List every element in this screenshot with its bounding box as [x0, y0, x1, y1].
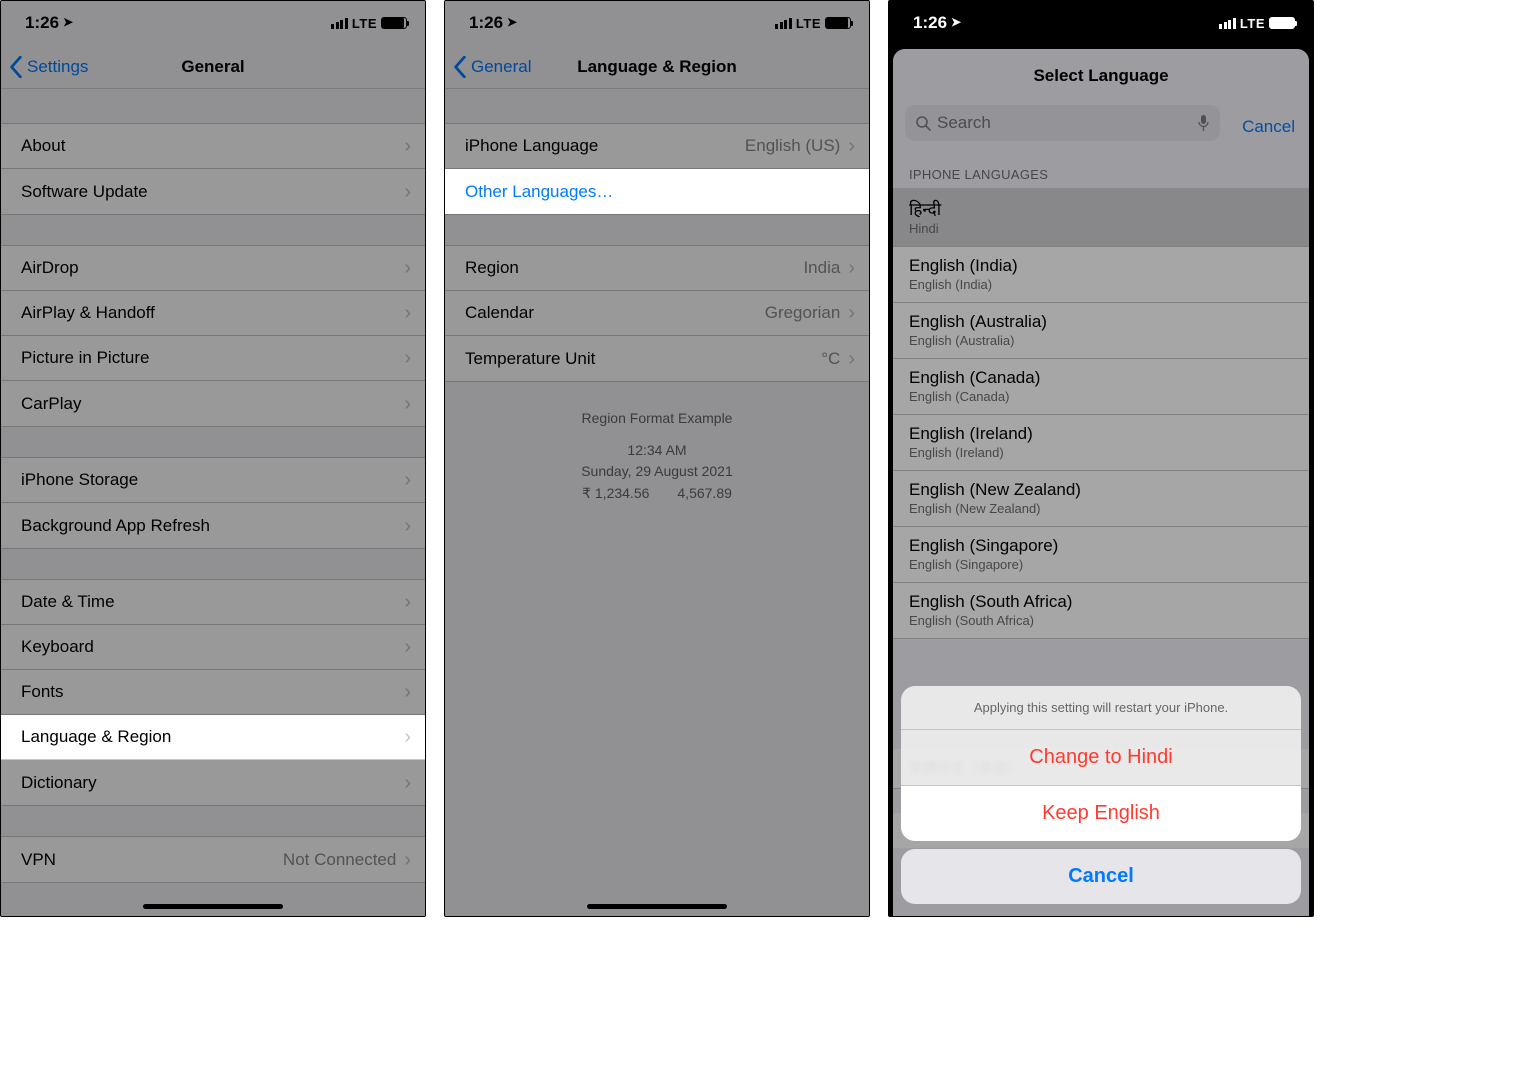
- keep-language-button[interactable]: Keep English: [901, 786, 1301, 841]
- chevron-right-icon: ›: [404, 850, 411, 870]
- chevron-right-icon: ›: [848, 258, 855, 278]
- cell-iphone-language[interactable]: iPhone Language English (US)›: [445, 124, 869, 169]
- chevron-right-icon: ›: [404, 773, 411, 793]
- status-bar: 1:26 ➤ LTE: [889, 1, 1313, 45]
- location-icon: ➤: [507, 15, 517, 29]
- cell-keyboard[interactable]: Keyboard›: [1, 625, 425, 670]
- settings-group: iPhone Storage› Background App Refresh›: [1, 457, 425, 549]
- cell-temperature[interactable]: Temperature Unit°C›: [445, 336, 869, 381]
- home-indicator[interactable]: [587, 904, 727, 909]
- action-sheet-cancel-button[interactable]: Cancel: [901, 849, 1301, 904]
- status-time: 1:26: [469, 13, 503, 33]
- screen-general: 1:26 ➤ LTE Settings General About› Softw…: [0, 0, 426, 917]
- location-icon: ➤: [63, 15, 73, 29]
- home-indicator[interactable]: [143, 904, 283, 909]
- cellular-signal-icon: [331, 18, 348, 29]
- settings-group: Date & Time› Keyboard› Fonts› Language &…: [1, 579, 425, 806]
- change-language-button[interactable]: Change to Hindi: [901, 730, 1301, 786]
- cell-software-update[interactable]: Software Update›: [1, 169, 425, 214]
- nav-bar: General Language & Region: [445, 45, 869, 89]
- language-group: iPhone Language English (US)› Other Lang…: [445, 123, 869, 215]
- chevron-right-icon: ›: [404, 727, 411, 747]
- chevron-right-icon: ›: [404, 682, 411, 702]
- back-button[interactable]: Settings: [9, 56, 88, 78]
- network-label: LTE: [352, 16, 377, 31]
- back-label: Settings: [27, 57, 88, 77]
- vpn-value: Not Connected: [283, 850, 396, 870]
- settings-group: AirDrop› AirPlay & Handoff› Picture in P…: [1, 245, 425, 427]
- cell-region[interactable]: RegionIndia›: [445, 246, 869, 291]
- battery-icon: [381, 17, 407, 29]
- cell-storage[interactable]: iPhone Storage›: [1, 458, 425, 503]
- back-button[interactable]: General: [453, 56, 531, 78]
- cellular-signal-icon: [775, 18, 792, 29]
- cell-other-languages[interactable]: Other Languages…: [445, 169, 869, 214]
- chevron-right-icon: ›: [848, 349, 855, 369]
- chevron-right-icon: ›: [848, 136, 855, 156]
- iphone-language-value: English (US): [745, 136, 840, 156]
- cellular-signal-icon: [1219, 18, 1236, 29]
- cell-language-region[interactable]: Language & Region›: [1, 715, 425, 760]
- chevron-right-icon: ›: [404, 516, 411, 536]
- language-sheet: Select Language Cancel IPHONE LANGUAGES …: [893, 49, 1309, 916]
- action-sheet: Applying this setting will restart your …: [901, 686, 1301, 904]
- battery-icon: [1269, 17, 1295, 29]
- chevron-right-icon: ›: [404, 394, 411, 414]
- nav-bar: Settings General: [1, 45, 425, 89]
- chevron-right-icon: ›: [404, 258, 411, 278]
- cell-about[interactable]: About›: [1, 124, 425, 169]
- status-bar: 1:26 ➤ LTE: [445, 1, 869, 45]
- chevron-right-icon: ›: [404, 592, 411, 612]
- network-label: LTE: [1240, 16, 1265, 31]
- chevron-right-icon: ›: [404, 470, 411, 490]
- cell-dictionary[interactable]: Dictionary›: [1, 760, 425, 805]
- chevron-right-icon: ›: [404, 348, 411, 368]
- cell-pip[interactable]: Picture in Picture›: [1, 336, 425, 381]
- settings-group: About› Software Update›: [1, 123, 425, 215]
- cell-airdrop[interactable]: AirDrop›: [1, 246, 425, 291]
- network-label: LTE: [796, 16, 821, 31]
- status-time: 1:26: [25, 13, 59, 33]
- status-bar: 1:26 ➤ LTE: [1, 1, 425, 45]
- action-sheet-message: Applying this setting will restart your …: [901, 686, 1301, 730]
- chevron-right-icon: ›: [404, 182, 411, 202]
- battery-icon: [825, 17, 851, 29]
- chevron-right-icon: ›: [404, 303, 411, 323]
- cell-date-time[interactable]: Date & Time›: [1, 580, 425, 625]
- nav-title: Language & Region: [577, 57, 737, 77]
- chevron-right-icon: ›: [848, 303, 855, 323]
- location-icon: ➤: [951, 15, 961, 29]
- region-group: RegionIndia› CalendarGregorian› Temperat…: [445, 245, 869, 382]
- chevron-right-icon: ›: [404, 637, 411, 657]
- region-format-example: Region Format Example 12:34 AM Sunday, 2…: [445, 408, 869, 505]
- cell-airplay[interactable]: AirPlay & Handoff›: [1, 291, 425, 336]
- cell-fonts[interactable]: Fonts›: [1, 670, 425, 715]
- back-label: General: [471, 57, 531, 77]
- cell-carplay[interactable]: CarPlay›: [1, 381, 425, 426]
- chevron-right-icon: ›: [404, 136, 411, 156]
- status-time: 1:26: [913, 13, 947, 33]
- cell-calendar[interactable]: CalendarGregorian›: [445, 291, 869, 336]
- screen-select-language: 1:26 ➤ LTE Select Language Cancel: [888, 0, 1314, 917]
- cell-bg-refresh[interactable]: Background App Refresh›: [1, 503, 425, 548]
- nav-title: General: [181, 57, 244, 77]
- cell-vpn[interactable]: VPNNot Connected›: [1, 837, 425, 882]
- settings-group: VPNNot Connected›: [1, 836, 425, 883]
- screen-language-region: 1:26 ➤ LTE General Language & Region iPh…: [444, 0, 870, 917]
